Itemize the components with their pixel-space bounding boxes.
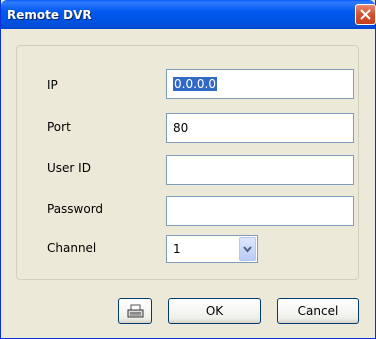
port-label: Port [47, 120, 71, 134]
port-field[interactable]: 80 [166, 113, 354, 143]
channel-value: 1 [173, 242, 181, 256]
ip-value: 0.0.0.0 [173, 77, 217, 91]
remote-dvr-dialog: Remote DVR IP 0.0.0.0 Port 80 User ID Pa… [0, 0, 376, 339]
window-title: Remote DVR [7, 8, 92, 22]
title-bar: Remote DVR [1, 0, 376, 29]
close-button[interactable] [355, 4, 376, 25]
password-label: Password [47, 202, 104, 216]
close-icon [360, 9, 371, 20]
cancel-button[interactable]: Cancel [277, 298, 359, 324]
channel-label: Channel [47, 241, 97, 255]
user-id-field[interactable] [166, 155, 354, 185]
ip-field[interactable]: 0.0.0.0 [166, 69, 354, 99]
ok-button[interactable]: OK [168, 298, 261, 324]
user-id-label: User ID [47, 161, 91, 175]
chevron-down-icon [243, 246, 252, 253]
channel-select[interactable]: 1 [166, 235, 258, 263]
channel-dropdown-button[interactable] [239, 237, 256, 261]
keyboard-icon [127, 304, 144, 318]
password-field[interactable] [166, 196, 354, 226]
keyboard-button[interactable] [118, 298, 152, 324]
ip-label: IP [47, 78, 58, 92]
